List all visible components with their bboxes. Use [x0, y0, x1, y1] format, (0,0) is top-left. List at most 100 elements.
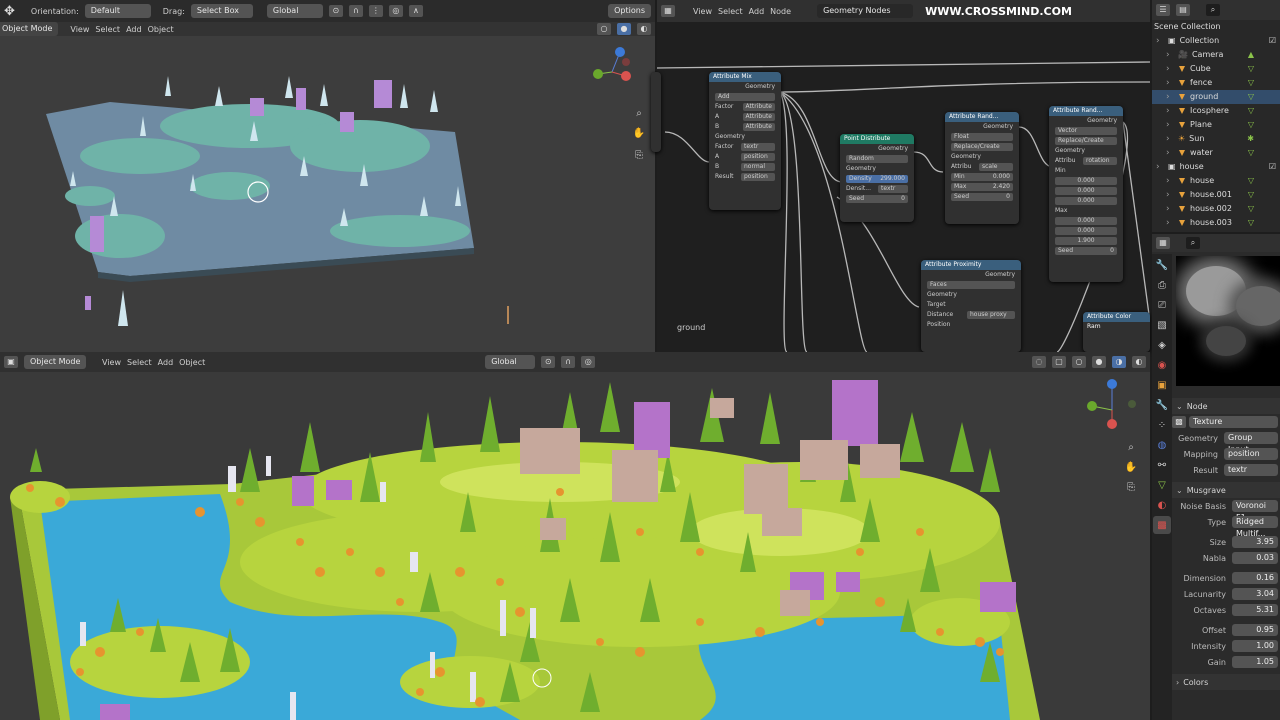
distribute-mode-dropdown[interactable]: Random — [846, 155, 908, 163]
mode-dropdown[interactable]: Object Mode — [0, 22, 59, 36]
proportional-edit-icon[interactable]: ◎ — [388, 5, 403, 17]
node-attribute-randomize-float[interactable]: Attribute Rand... Geometry Float Replace… — [945, 112, 1019, 224]
musgrave-section-header[interactable]: Musgrave — [1187, 486, 1226, 495]
render-tab-icon[interactable]: ⎙ — [1153, 276, 1171, 294]
seed-field[interactable]: 0 — [1006, 193, 1010, 201]
bottom-menu-object[interactable]: Object — [179, 358, 205, 367]
property-value-field[interactable]: 0.16 — [1232, 572, 1278, 584]
bottom-navigation-gizmo[interactable] — [1084, 376, 1140, 432]
falloff-icon[interactable]: ∧ — [408, 5, 423, 17]
mapping-field[interactable]: position — [1224, 448, 1278, 460]
properties-search-icon[interactable]: ⌕ — [1186, 237, 1200, 249]
max-y-field[interactable]: 0.000 — [1055, 227, 1117, 235]
top-viewport[interactable]: ✥ Orientation: Default Drag: Select Box … — [0, 0, 655, 352]
mode-icon[interactable]: ▣ — [4, 356, 18, 368]
node-attribute-randomize-vector[interactable]: Attribute Rand... Geometry Vector Replac… — [1049, 106, 1123, 282]
expand-arrow-icon[interactable]: › — [1166, 48, 1174, 62]
expand-arrow-icon[interactable]: › — [1166, 188, 1174, 202]
shading-solid-icon[interactable]: ● — [617, 23, 631, 35]
menu-add[interactable]: Add — [126, 25, 142, 34]
colors-section-header[interactable]: Colors — [1183, 678, 1208, 687]
scene-tab-icon[interactable]: ◈ — [1153, 336, 1171, 354]
outliner[interactable]: ☰ ▤ ⌕ Scene Collection › ▣ Collection ☑ › 🎥 Ca… — [1152, 0, 1280, 232]
orientation-dropdown[interactable]: Default — [84, 4, 151, 18]
bottom-mode-dropdown[interactable]: Object Mode — [24, 355, 86, 369]
expand-arrow-icon[interactable]: › — [1166, 132, 1174, 146]
particles-tab-icon[interactable]: ⁘ — [1153, 416, 1171, 434]
node-name-field[interactable]: Texture — [1189, 416, 1278, 428]
shading-wire-icon[interactable]: ○ — [1072, 356, 1086, 368]
property-value-field[interactable]: 0.03 — [1232, 552, 1278, 564]
outliner-item[interactable]: › Plane ▽ — [1152, 118, 1280, 132]
node-partial-left[interactable] — [651, 72, 661, 152]
property-value-field[interactable]: 5.31 — [1232, 604, 1278, 616]
expand-arrow-icon[interactable]: › — [1156, 34, 1164, 48]
outliner-item[interactable]: › house.001 ▽ — [1152, 188, 1280, 202]
pivot-icon[interactable]: ⊙ — [328, 5, 343, 17]
output-tab-icon[interactable]: ⎚ — [1153, 296, 1171, 314]
node-attribute-proximity[interactable]: Attribute Proximity Geometry Faces Geome… — [921, 260, 1021, 352]
texture-tab-icon[interactable]: ▩ — [1153, 516, 1171, 534]
data-type-dropdown[interactable]: Vector — [1055, 127, 1117, 135]
node-attribute-mix[interactable]: Attribute Mix Geometry Add Factor Attribu… — [709, 72, 781, 210]
expand-arrow-icon[interactable]: › — [1166, 76, 1174, 90]
bottom-pan-hand-icon[interactable]: ✋ — [1122, 458, 1140, 476]
physics-tab-icon[interactable]: ◍ — [1153, 436, 1171, 454]
properties-editor[interactable]: ▦ ⌕ 🔧 ⎙ ⎚ ▧ ◈ ◉ ▣ 🔧 ⁘ ◍ ⚯ ▽ ◐ ▩ ⌄ Node ▩ T… — [1152, 234, 1280, 720]
data-type-dropdown[interactable]: Float — [951, 133, 1013, 141]
outliner-item[interactable]: › ▣ Collection ☑ — [1152, 34, 1280, 48]
b-attr-field[interactable]: normal — [741, 163, 775, 171]
bottom-menu-select[interactable]: Select — [127, 358, 152, 367]
transform-space-dropdown[interactable]: Global — [266, 4, 323, 18]
node-editor[interactable]: ▦ View Select Add Node Geometry Nodes WW… — [651, 0, 1150, 352]
max-x-field[interactable]: 0.000 — [1055, 217, 1117, 225]
operation-dropdown[interactable]: Replace/Create — [951, 143, 1013, 151]
outliner-item[interactable]: › ▣ house ☑ — [1152, 160, 1280, 174]
snap-target-icon[interactable]: ⋮ — [368, 5, 383, 17]
view-layer-tab-icon[interactable]: ▧ — [1153, 316, 1171, 334]
property-value-field[interactable]: 3.95 — [1232, 536, 1278, 548]
node-point-distribute[interactable]: Point Distribute Geometry Random Geometr… — [840, 134, 914, 222]
a-type-dropdown[interactable]: Attribute — [742, 113, 775, 121]
expand-arrow-icon[interactable]: › — [1166, 216, 1174, 230]
modifier-tab-icon[interactable]: 🔧 — [1153, 396, 1171, 414]
bottom-viewport[interactable]: ▣ Object Mode View Select Add Object Glo… — [0, 352, 1150, 720]
expand-arrow-icon[interactable]: › — [1166, 146, 1174, 160]
density-field[interactable]: 299.000 — [880, 175, 905, 183]
expand-arrow-icon[interactable]: › — [1166, 62, 1174, 76]
node-menu-node[interactable]: Node — [770, 7, 791, 16]
density-attr-field[interactable]: textr — [878, 185, 908, 193]
camera-view-icon[interactable]: ⎘ — [630, 146, 648, 164]
max-field[interactable]: 2.420 — [993, 183, 1010, 191]
drag-dropdown[interactable]: Select Box — [190, 4, 253, 18]
min-field[interactable]: 0.000 — [993, 173, 1010, 181]
result-attr-field[interactable]: position — [741, 173, 775, 181]
tool-tab-icon[interactable]: 🔧 — [1153, 256, 1171, 274]
factor-type-dropdown[interactable]: Attribute — [742, 103, 775, 111]
shading-material-icon[interactable]: ◑ — [1112, 356, 1126, 368]
move-tool-icon[interactable]: ✥ — [4, 4, 15, 19]
expand-arrow-icon[interactable]: › — [1166, 202, 1174, 216]
bottom-menu-add[interactable]: Add — [158, 358, 174, 367]
blend-type-dropdown[interactable]: Add — [715, 93, 775, 101]
bottom-zoom-icon[interactable]: ⌕ — [1122, 438, 1140, 456]
editor-type-icon[interactable]: ▦ — [661, 5, 675, 17]
min-x-field[interactable]: 0.000 — [1055, 177, 1117, 185]
outliner-item[interactable]: › house.003 ▽ — [1152, 216, 1280, 230]
outliner-item[interactable]: › house.002 ▽ — [1152, 202, 1280, 216]
distance-attr-field[interactable]: house proxy — [967, 311, 1015, 319]
visibility-checkbox[interactable]: ☑ — [1269, 160, 1276, 174]
attribute-field[interactable]: scale — [979, 163, 1013, 171]
object-tab-icon[interactable]: ▣ — [1153, 376, 1171, 394]
min-y-field[interactable]: 0.000 — [1055, 187, 1117, 195]
outliner-item[interactable]: › Cube ▽ — [1152, 62, 1280, 76]
data-tab-icon[interactable]: ▽ — [1153, 476, 1171, 494]
outliner-search-icon[interactable]: ⌕ — [1206, 4, 1220, 16]
factor-attr-field[interactable]: textr — [741, 143, 775, 151]
material-tab-icon[interactable]: ◐ — [1153, 496, 1171, 514]
expand-arrow-icon[interactable]: › — [1166, 104, 1174, 118]
texture-type-icon[interactable]: ▩ — [1172, 416, 1186, 428]
attribute-field[interactable]: rotation — [1083, 157, 1117, 165]
pan-hand-icon[interactable]: ✋ — [630, 124, 648, 142]
node-menu-select[interactable]: Select — [718, 7, 743, 16]
